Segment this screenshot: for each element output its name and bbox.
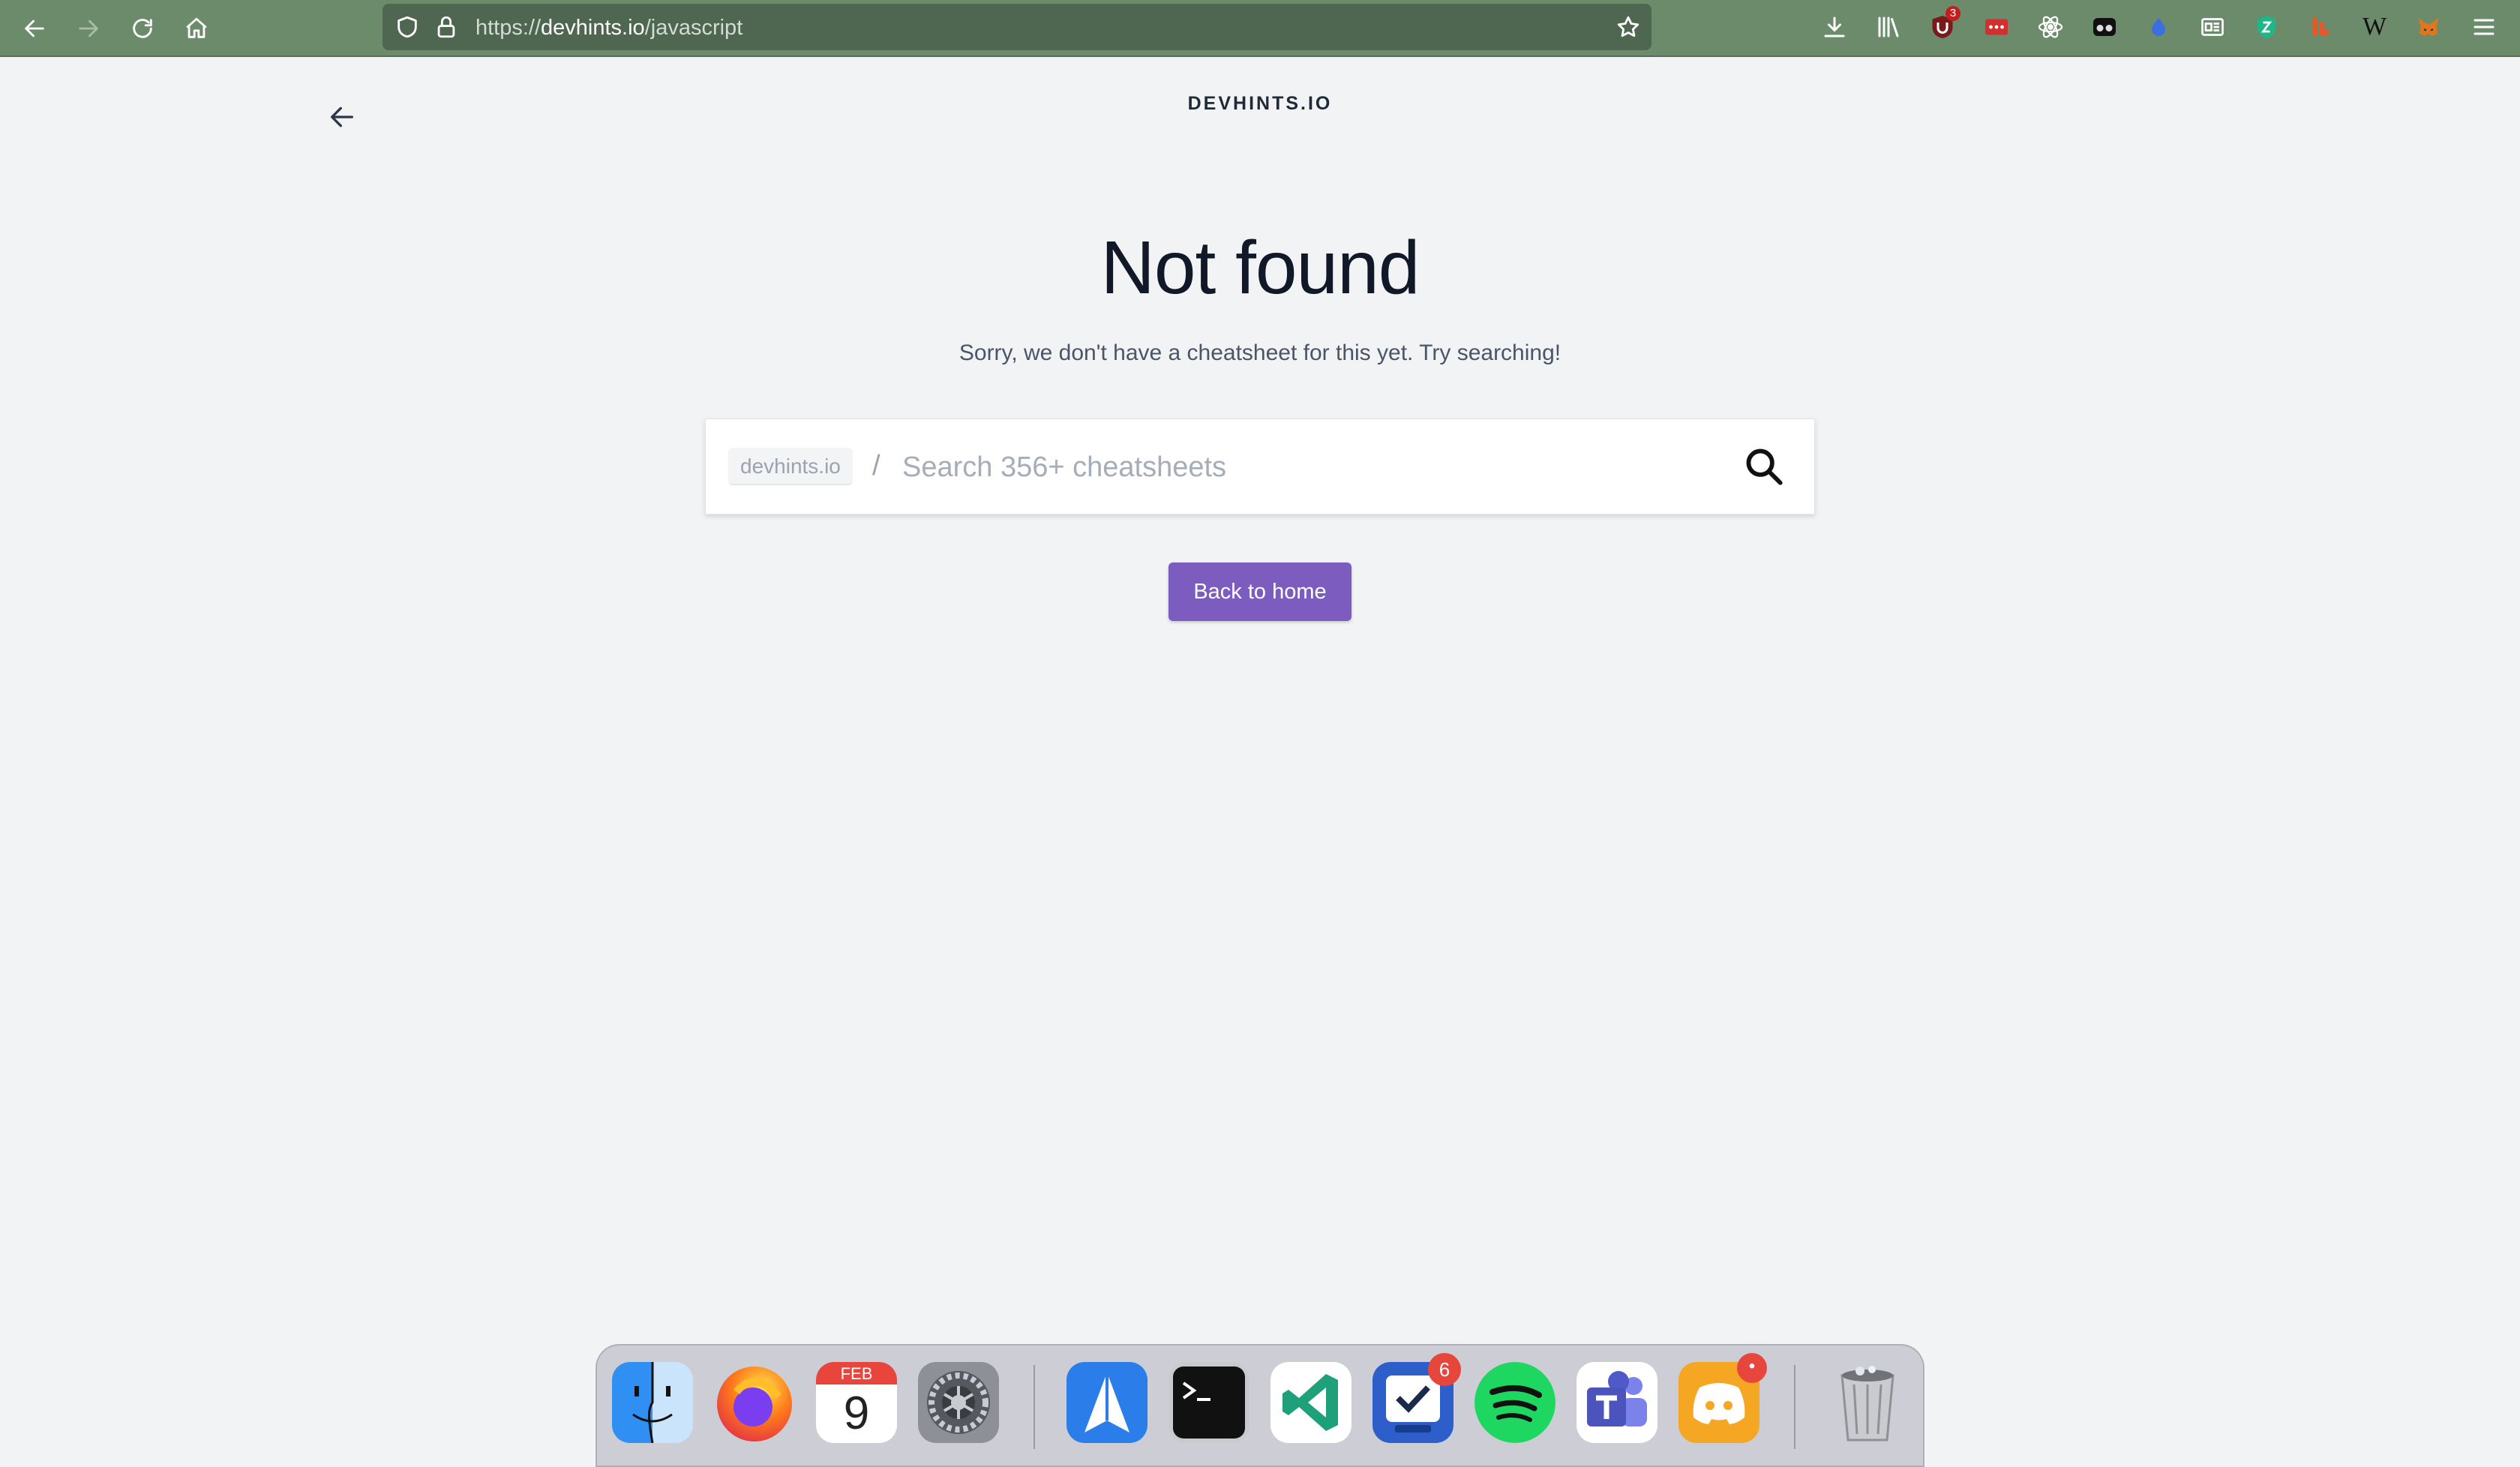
dock-teams[interactable] <box>1576 1362 1658 1443</box>
metamask-button[interactable] <box>2412 10 2445 44</box>
page-subheading: Sorry, we don't have a cheatsheet for th… <box>958 340 1562 365</box>
dock-firefox[interactable] <box>714 1362 795 1443</box>
password-manager-button[interactable] <box>1980 10 2013 44</box>
calendar-day: 9 <box>816 1384 897 1443</box>
ublock-button[interactable]: 3 <box>1926 6 1960 44</box>
reader-card-icon <box>2201 18 2224 36</box>
privacy-eyes-icon <box>2093 18 2116 36</box>
dock-calendar[interactable]: FEB 9 <box>816 1362 897 1443</box>
reload-icon <box>133 19 152 38</box>
dock-vscode[interactable] <box>1270 1362 1352 1443</box>
search-button[interactable] <box>1742 445 1787 490</box>
react-devtools-icon <box>2038 16 2063 38</box>
lock-icon[interactable] <box>434 14 459 40</box>
react-devtools-button[interactable] <box>2034 10 2067 44</box>
app-menu-button[interactable] <box>2468 10 2500 44</box>
terminal-icon <box>1168 1362 1250 1443</box>
arrow-left-icon <box>25 20 44 38</box>
download-icon <box>1824 16 1845 38</box>
spark-paperplane-icon <box>1066 1362 1148 1443</box>
browser-toolbar: https://devhints.io/javascript 3 W <box>0 0 2520 57</box>
library-icon <box>1878 16 1899 38</box>
home-icon <box>186 17 207 38</box>
search-icon <box>1746 448 1783 485</box>
search-box: devhints.io / <box>705 418 1815 514</box>
search-prefix-separator: / <box>872 450 880 482</box>
firefox-icon <box>714 1362 795 1443</box>
ublock-count-badge: 3 <box>1946 6 1960 21</box>
dock-terminal[interactable] <box>1168 1362 1250 1443</box>
blue-drop-button[interactable] <box>2142 10 2175 44</box>
calendar-icon: FEB 9 <box>816 1362 897 1443</box>
spotify-icon <box>1474 1362 1556 1443</box>
metamask-fox-icon <box>2418 18 2439 36</box>
bookmark-star-icon[interactable] <box>1616 14 1641 40</box>
tasks-count-badge: 6 <box>1428 1353 1461 1386</box>
home-button[interactable] <box>176 8 218 50</box>
macos-dock: FEB 9 6 • <box>596 1344 1924 1467</box>
wikipedia-button[interactable]: W <box>2358 10 2391 44</box>
vscode-icon <box>1270 1362 1352 1443</box>
reader-card-button[interactable] <box>2196 10 2229 44</box>
dock-trash[interactable] <box>1827 1362 1908 1443</box>
dock-separator <box>1794 1365 1796 1449</box>
dock-spark-mail[interactable] <box>1066 1362 1148 1443</box>
dock-separator <box>1034 1365 1035 1449</box>
flame-button[interactable] <box>2304 10 2337 44</box>
shield-z-button[interactable] <box>2250 10 2283 44</box>
dock-finder[interactable] <box>612 1362 693 1443</box>
reload-button[interactable] <box>122 8 164 50</box>
flame-icon <box>2312 18 2329 36</box>
search-prefix-tag: devhints.io <box>728 448 853 485</box>
calendar-month: FEB <box>816 1362 897 1386</box>
blue-drop-icon <box>2152 18 2165 36</box>
dock-discord[interactable]: • <box>1678 1353 1767 1443</box>
site-title[interactable]: DEVHINTS.IO <box>0 93 2520 115</box>
url-path: /javascript <box>644 16 743 40</box>
password-manager-icon <box>1985 19 2008 35</box>
forward-button[interactable] <box>68 8 110 50</box>
privacy-eyes-button[interactable] <box>2088 10 2121 44</box>
tracking-shield-icon[interactable] <box>394 14 420 40</box>
system-preferences-gear-icon <box>918 1362 999 1443</box>
hamburger-menu-icon <box>2474 19 2494 35</box>
url-text[interactable]: https://devhints.io/javascript <box>476 13 742 43</box>
search-input[interactable] <box>893 440 1688 494</box>
url-prefix: https:// <box>476 16 542 40</box>
page-heading: Not found <box>1100 226 1420 310</box>
trash-icon <box>1827 1362 1908 1443</box>
arrow-right-icon <box>79 20 98 38</box>
dock-system-preferences[interactable] <box>918 1362 999 1443</box>
teams-icon <box>1576 1362 1658 1443</box>
library-button[interactable] <box>1872 10 1905 44</box>
dock-tasks[interactable]: 6 <box>1372 1353 1461 1443</box>
shield-z-icon <box>2258 16 2276 38</box>
downloads-button[interactable] <box>1818 10 1851 44</box>
dock-spotify[interactable] <box>1474 1362 1556 1443</box>
back-to-home-button[interactable]: Back to home <box>1168 562 1352 621</box>
back-button[interactable] <box>14 8 56 50</box>
discord-notification-badge: • <box>1737 1353 1767 1383</box>
address-bar[interactable]: https://devhints.io/javascript <box>382 4 1652 50</box>
url-domain: devhints.io <box>541 16 645 40</box>
wikipedia-icon: W <box>2362 13 2387 40</box>
finder-icon <box>612 1362 693 1443</box>
